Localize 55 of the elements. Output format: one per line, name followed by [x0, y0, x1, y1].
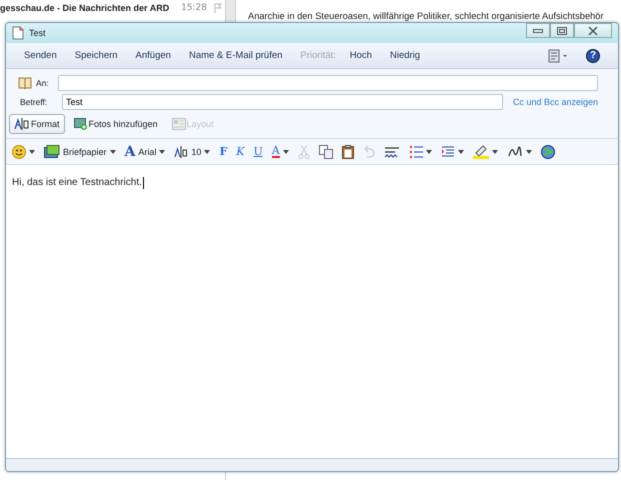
- scissors-icon: [298, 144, 310, 158]
- undo-icon: [362, 144, 375, 158]
- bold-button[interactable]: F: [216, 142, 230, 160]
- close-icon: [588, 26, 598, 34]
- minimize-button[interactable]: [526, 23, 550, 38]
- indent-icon: [440, 144, 455, 158]
- signature-icon: [506, 144, 523, 158]
- subject-field[interactable]: Test: [62, 94, 503, 110]
- tab[interactable]: Format: [9, 114, 65, 134]
- message-time: 15:28: [181, 3, 207, 13]
- recipient-field[interactable]: [58, 75, 598, 91]
- window-title: Test: [29, 28, 46, 38]
- message-body[interactable]: Hi, das ist eine Testnachricht.: [6, 165, 618, 458]
- stationery-button[interactable]: Briefpapier: [41, 142, 119, 160]
- smiley-icon: [12, 144, 26, 158]
- close-button[interactable]: [574, 23, 612, 38]
- command-button[interactable]: Anfügen: [128, 48, 179, 63]
- address-book-icon[interactable]: [18, 77, 32, 89]
- stationery-icon: [44, 144, 60, 158]
- article-text: Anarchie in den Steueroasen, willfährige Politiker, schlecht organisierte Aufsichtsbehör: [248, 11, 604, 21]
- minimize-icon: [533, 28, 543, 32]
- cc-bcc-link[interactable]: Cc und Bcc anzeigen: [512, 97, 598, 107]
- text-format-icon: [14, 118, 30, 130]
- document-icon: [12, 26, 24, 40]
- command-button[interactable]: Niedrig: [382, 48, 428, 63]
- emoji-button[interactable]: [9, 142, 38, 160]
- scrollbar[interactable]: [226, 0, 236, 22]
- list-icon: [408, 144, 423, 158]
- text-size-icon: [174, 146, 188, 158]
- photo-add-icon: [74, 118, 88, 130]
- maximize-icon: [557, 26, 567, 34]
- message-text: Hi, das ist eine Testnachricht.: [12, 177, 142, 188]
- command-button[interactable]: Name & E-Mail prüfen: [180, 48, 290, 63]
- command-button[interactable]: Hoch: [342, 48, 380, 63]
- globe-icon: [540, 144, 555, 158]
- maximize-button[interactable]: [550, 23, 574, 38]
- clipboard-icon: [342, 144, 354, 158]
- command-button[interactable]: Senden: [16, 48, 65, 63]
- help-button[interactable]: ?: [586, 48, 600, 62]
- highlighter-icon: [472, 144, 489, 158]
- command-button[interactable]: Speichern: [66, 48, 126, 63]
- size-button[interactable]: 10: [171, 142, 214, 160]
- color-button[interactable]: A: [268, 142, 292, 160]
- field-label: Betreff:: [19, 97, 48, 107]
- font-button[interactable]: A Arial: [122, 142, 168, 160]
- copy-icon: [318, 144, 333, 158]
- document-caret-icon: [548, 48, 568, 62]
- italic-button[interactable]: K: [233, 142, 248, 160]
- message-sender[interactable]: gesschau.de - Die Nachrichten der ARD: [0, 3, 170, 13]
- layout-icon: [172, 118, 186, 130]
- tab[interactable]: Fotos hinzufügen: [68, 114, 163, 134]
- spelling-icon: [384, 144, 400, 158]
- priority-label: Priorität:: [299, 49, 337, 63]
- field-label: An:: [36, 78, 50, 88]
- underline-button[interactable]: U: [250, 142, 266, 160]
